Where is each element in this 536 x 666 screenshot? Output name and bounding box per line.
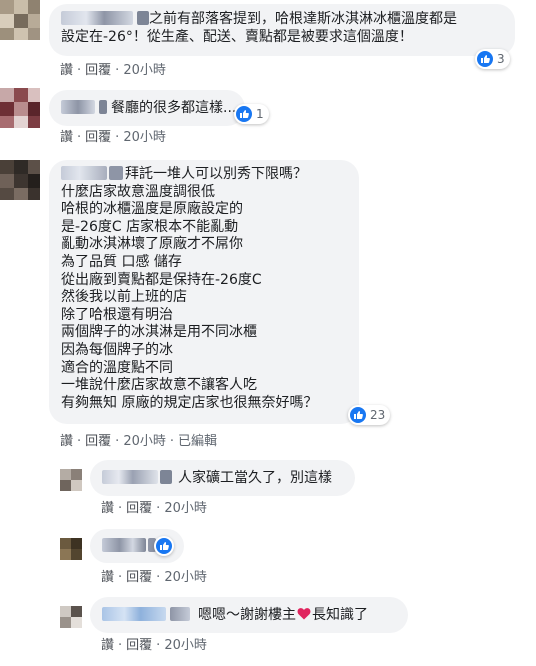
reaction-count[interactable]: 3 [475, 49, 510, 69]
like-button[interactable]: 讚 [101, 497, 114, 516]
timestamp[interactable]: 20小時 [164, 566, 207, 585]
author-name[interactable] [170, 607, 190, 621]
author-name[interactable] [137, 11, 149, 25]
comment-actions: 讚 · 回覆 · 20小時 · 已編輯 [60, 430, 217, 449]
comment-line: 適合的溫度點不同 [61, 359, 173, 376]
author-name[interactable] [61, 166, 107, 180]
comment-line: 設定在-26°！從生產、配送、賣點都是被要求這個溫度！ [61, 29, 413, 45]
reaction-count[interactable]: 1 [234, 104, 269, 124]
like-icon [156, 538, 172, 554]
reply-actions: 讚 · 回覆 · 20小時 [101, 566, 207, 585]
author-name[interactable] [102, 470, 158, 484]
avatar[interactable] [60, 538, 82, 560]
comment-line: 拜託一堆人可以別秀下限嗎？ [61, 166, 347, 184]
comment-line: 從出廠到賣點都是保持在-26度C [61, 271, 262, 288]
like-icon [236, 106, 252, 122]
like-button[interactable]: 讚 [101, 634, 114, 653]
timestamp[interactable]: 20小時 [123, 126, 166, 145]
reply-button[interactable]: 回覆 [85, 430, 111, 449]
comment-actions: 讚 · 回覆 · 20小時 [60, 59, 166, 78]
timestamp[interactable]: 20小時 [123, 430, 166, 449]
like-button[interactable]: 讚 [101, 566, 114, 585]
author-name[interactable] [102, 538, 146, 552]
author-name[interactable] [109, 166, 123, 180]
comment-line: 什麼店家故意溫度調很低 [61, 183, 215, 200]
reaction-count[interactable] [154, 536, 174, 556]
reply-button[interactable]: 回覆 [126, 634, 152, 653]
avatar[interactable] [0, 160, 40, 200]
reply-bubble: 人家礦工當久了，別這樣 [90, 460, 355, 496]
reply-line: 人家礦工當久了，別這樣 [102, 469, 343, 487]
comment-bubble: 之前有部落客提到，哈根達斯冰淇淋冰櫃溫度都是 設定在-26°！從生產、配送、賣點… [49, 4, 515, 56]
reply-actions: 讚 · 回覆 · 20小時 [101, 497, 207, 516]
comment-line: 因為每個牌子的冰 [61, 341, 173, 358]
comment-line: 為了品質 口感 儲存 [61, 253, 182, 270]
comment-actions: 讚 · 回覆 · 20小時 [60, 126, 166, 145]
heart-icon [297, 608, 311, 620]
reply-actions: 讚 · 回覆 · 20小時 [101, 634, 207, 653]
like-icon [350, 407, 366, 423]
author-name[interactable] [61, 11, 133, 25]
author-name[interactable] [61, 100, 95, 114]
comment-bubble: 餐廳的很多都這樣... [49, 90, 245, 126]
avatar[interactable] [60, 469, 82, 491]
avatar[interactable] [60, 606, 82, 628]
reply-button[interactable]: 回覆 [85, 126, 111, 145]
comment-line: 亂動冰淇淋壞了原廠才不屌你 [61, 236, 243, 253]
timestamp[interactable]: 20小時 [164, 634, 207, 653]
comment-bubble: 拜託一堆人可以別秀下限嗎？ 什麼店家故意溫度調很低 哈根的冰櫃溫度是原廠設定的 … [49, 160, 359, 424]
comment-line: 是-26度C 店家根本不能亂動 [61, 218, 239, 235]
reaction-count[interactable]: 23 [348, 405, 391, 425]
like-button[interactable]: 讚 [60, 126, 73, 145]
author-name[interactable] [99, 100, 107, 114]
like-icon [477, 51, 493, 67]
comment-line: 除了哈根還有明治 [61, 306, 173, 323]
reply-bubble: 嗯嗯～謝謝樓主 長知識了 [90, 597, 408, 633]
comment-line: 兩個牌子的冰淇淋是用不同冰櫃 [61, 324, 257, 341]
like-button[interactable]: 讚 [60, 59, 73, 78]
comment-line: 然後我以前上班的店 [61, 289, 187, 306]
timestamp[interactable]: 20小時 [164, 497, 207, 516]
reply-button[interactable]: 回覆 [85, 59, 111, 78]
reply-button[interactable]: 回覆 [126, 566, 152, 585]
author-name[interactable] [160, 470, 172, 484]
comment-line: 一堆說什麼店家故意不讓客人吃 [61, 377, 257, 394]
timestamp[interactable]: 20小時 [123, 59, 166, 78]
comment-line: 餐廳的很多都這樣... [61, 99, 236, 117]
comment-line: 哈根的冰櫃溫度是原廠設定的 [61, 201, 243, 218]
like-button[interactable]: 讚 [60, 430, 73, 449]
edited-label[interactable]: 已編輯 [178, 430, 217, 449]
comment-line: 有夠無知 原廠的規定店家也很無奈好嗎？ [61, 394, 318, 411]
reply-button[interactable]: 回覆 [126, 497, 152, 516]
avatar[interactable] [0, 88, 40, 128]
avatar[interactable] [0, 0, 40, 40]
reply-line: 嗯嗯～謝謝樓主 長知識了 [102, 606, 396, 624]
author-name[interactable] [102, 607, 166, 621]
comment-line: 之前有部落客提到，哈根達斯冰淇淋冰櫃溫度都是 [61, 10, 503, 28]
